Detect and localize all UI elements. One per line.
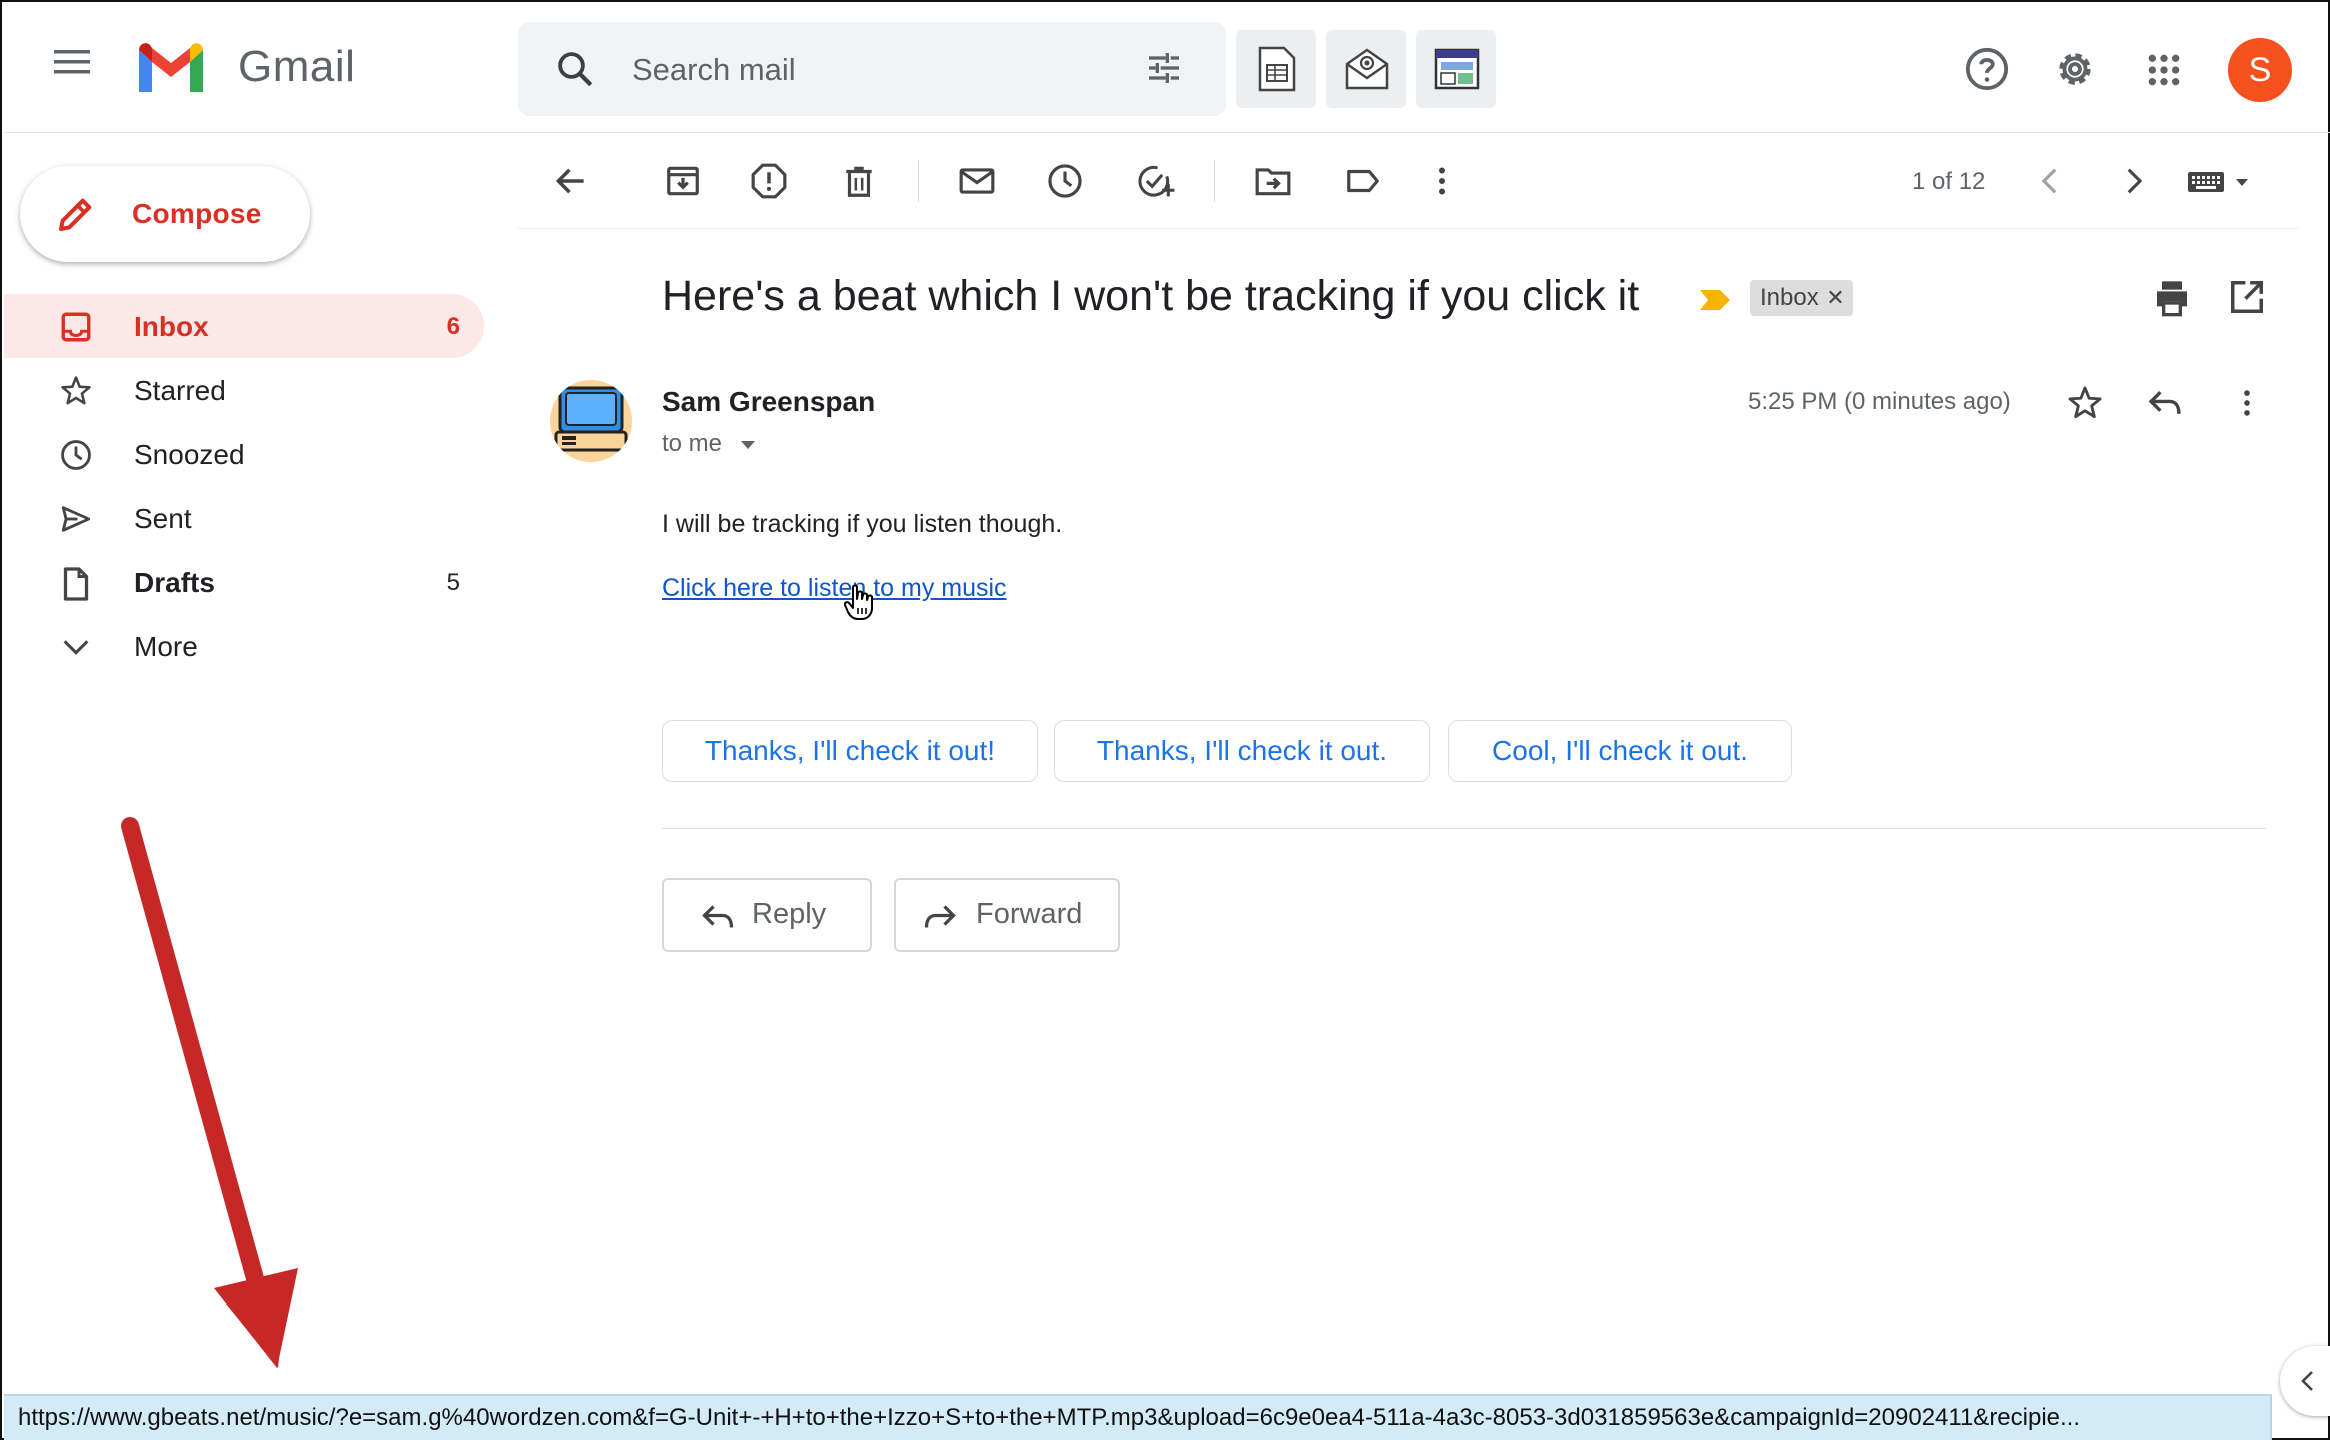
gear-icon[interactable] bbox=[2052, 46, 2098, 92]
sender-avatar[interactable] bbox=[550, 380, 632, 462]
reply-icon bbox=[700, 902, 736, 932]
mail-addon-icon bbox=[1344, 46, 1390, 92]
inbox-icon bbox=[58, 310, 94, 344]
move-to-icon[interactable] bbox=[1254, 162, 1292, 200]
search-icon[interactable] bbox=[554, 48, 596, 90]
draft-count: 5 bbox=[446, 569, 460, 596]
apps-icon[interactable] bbox=[2144, 50, 2184, 90]
label-icon[interactable] bbox=[1344, 162, 1382, 200]
print-icon[interactable] bbox=[2152, 278, 2192, 318]
sidebar-item-inbox[interactable]: Inbox 6 bbox=[4, 294, 484, 358]
recipient-details-caret-icon[interactable] bbox=[738, 438, 758, 452]
sidebar-item-label: Sent bbox=[134, 503, 192, 534]
label-chip-text: Inbox bbox=[1760, 284, 1819, 311]
compose-label: Compose bbox=[132, 198, 262, 229]
status-bar: https://www.gbeats.net/music/?e=sam.g%40… bbox=[4, 1394, 2272, 1440]
annotation-arrow bbox=[102, 812, 302, 1392]
chevron-right-icon[interactable] bbox=[2116, 162, 2150, 200]
chevron-left-icon[interactable] bbox=[2034, 162, 2068, 200]
sidebar-item-starred[interactable]: Starred bbox=[4, 358, 484, 422]
toolbar-divider-line bbox=[518, 228, 2298, 229]
forward-label: Forward bbox=[976, 898, 1083, 930]
sidebar-item-label: Starred bbox=[134, 375, 226, 406]
snooze-icon[interactable] bbox=[1046, 162, 1084, 200]
help-icon[interactable] bbox=[1964, 46, 2010, 92]
remove-label-icon[interactable]: ✕ bbox=[1826, 280, 1844, 316]
open-new-window-icon[interactable] bbox=[2228, 278, 2266, 316]
toolbar-divider bbox=[918, 160, 919, 202]
layout-addon-button[interactable] bbox=[1416, 30, 1496, 108]
back-arrow-icon[interactable] bbox=[552, 162, 590, 200]
side-panel-toggle[interactable] bbox=[2280, 1346, 2330, 1416]
sidebar-item-label: Inbox bbox=[134, 311, 209, 342]
compose-button[interactable]: Compose bbox=[20, 166, 310, 262]
message-time: 5:25 PM (0 minutes ago) bbox=[1748, 388, 2011, 415]
page-count: 1 of 12 bbox=[1912, 168, 1986, 195]
sheets-addon-icon bbox=[1254, 46, 1298, 92]
mark-unread-icon[interactable] bbox=[958, 162, 996, 200]
trash-icon[interactable] bbox=[840, 162, 878, 200]
sidebar-item-drafts[interactable]: Drafts 5 bbox=[4, 550, 484, 614]
sheets-addon-button[interactable] bbox=[1236, 30, 1316, 108]
email-subject: Here's a beat which I won't be tracking … bbox=[662, 272, 1640, 320]
chevron-down-icon bbox=[58, 630, 94, 664]
draft-icon bbox=[58, 566, 94, 602]
window-frame: Gmail Search mail S Compose Inbox 6 Star… bbox=[0, 0, 2330, 1440]
clock-icon bbox=[58, 438, 94, 472]
more-vert-icon[interactable] bbox=[2230, 384, 2264, 422]
sidebar-item-snoozed[interactable]: Snoozed bbox=[4, 422, 484, 486]
search-bar[interactable] bbox=[518, 22, 1226, 116]
smart-reply-3[interactable]: Cool, I'll check it out. bbox=[1448, 720, 1792, 782]
app-name: Gmail bbox=[238, 42, 356, 91]
tune-icon[interactable] bbox=[1144, 48, 1184, 88]
gmail-logo[interactable] bbox=[134, 40, 208, 96]
pencil-icon bbox=[56, 194, 96, 234]
importance-marker-icon[interactable] bbox=[1698, 288, 1732, 312]
menu-icon[interactable] bbox=[52, 46, 92, 78]
smart-reply-2[interactable]: Thanks, I'll check it out. bbox=[1054, 720, 1430, 782]
forward-icon bbox=[922, 902, 958, 932]
star-icon bbox=[58, 374, 94, 408]
reply-label: Reply bbox=[752, 898, 827, 930]
recipient-summary: to me bbox=[662, 430, 723, 457]
more-vert-icon[interactable] bbox=[1424, 162, 1460, 200]
email-body-text: I will be tracking if you listen though. bbox=[662, 510, 1063, 538]
reply-button[interactable]: Reply bbox=[662, 878, 872, 952]
mail-addon-button[interactable] bbox=[1326, 30, 1406, 108]
sidebar-item-label: Drafts bbox=[134, 567, 215, 598]
unread-count: 6 bbox=[446, 313, 460, 340]
toolbar-divider bbox=[1214, 160, 1215, 202]
collapse-panel-icon bbox=[2298, 1368, 2318, 1394]
search-input[interactable]: Search mail bbox=[632, 52, 796, 88]
smart-reply-1[interactable]: Thanks, I'll check it out! bbox=[662, 720, 1038, 782]
sender-name: Sam Greenspan bbox=[662, 386, 876, 417]
archive-icon[interactable] bbox=[664, 162, 702, 200]
sidebar-item-label: More bbox=[134, 631, 198, 662]
add-task-icon[interactable] bbox=[1136, 162, 1176, 200]
music-link[interactable]: Click here to listen to my music bbox=[662, 574, 1007, 603]
keyboard-icon[interactable] bbox=[2186, 168, 2252, 196]
report-spam-icon[interactable] bbox=[750, 162, 788, 200]
send-icon bbox=[58, 502, 94, 536]
hand-cursor-icon bbox=[844, 584, 874, 622]
sidebar-item-label: Snoozed bbox=[134, 439, 245, 470]
account-avatar[interactable]: S bbox=[2228, 38, 2292, 102]
status-bar-url: https://www.gbeats.net/music/?e=sam.g%40… bbox=[18, 1404, 2081, 1431]
forward-button[interactable]: Forward bbox=[894, 878, 1120, 952]
sidebar-item-sent[interactable]: Sent bbox=[4, 486, 484, 550]
star-icon[interactable] bbox=[2066, 384, 2104, 422]
layout-addon-icon bbox=[1434, 46, 1480, 92]
reply-icon[interactable] bbox=[2146, 386, 2184, 420]
message-divider bbox=[662, 828, 2266, 829]
sidebar-item-more[interactable]: More bbox=[4, 614, 484, 678]
label-chip: Inbox ✕ bbox=[1750, 280, 1853, 316]
